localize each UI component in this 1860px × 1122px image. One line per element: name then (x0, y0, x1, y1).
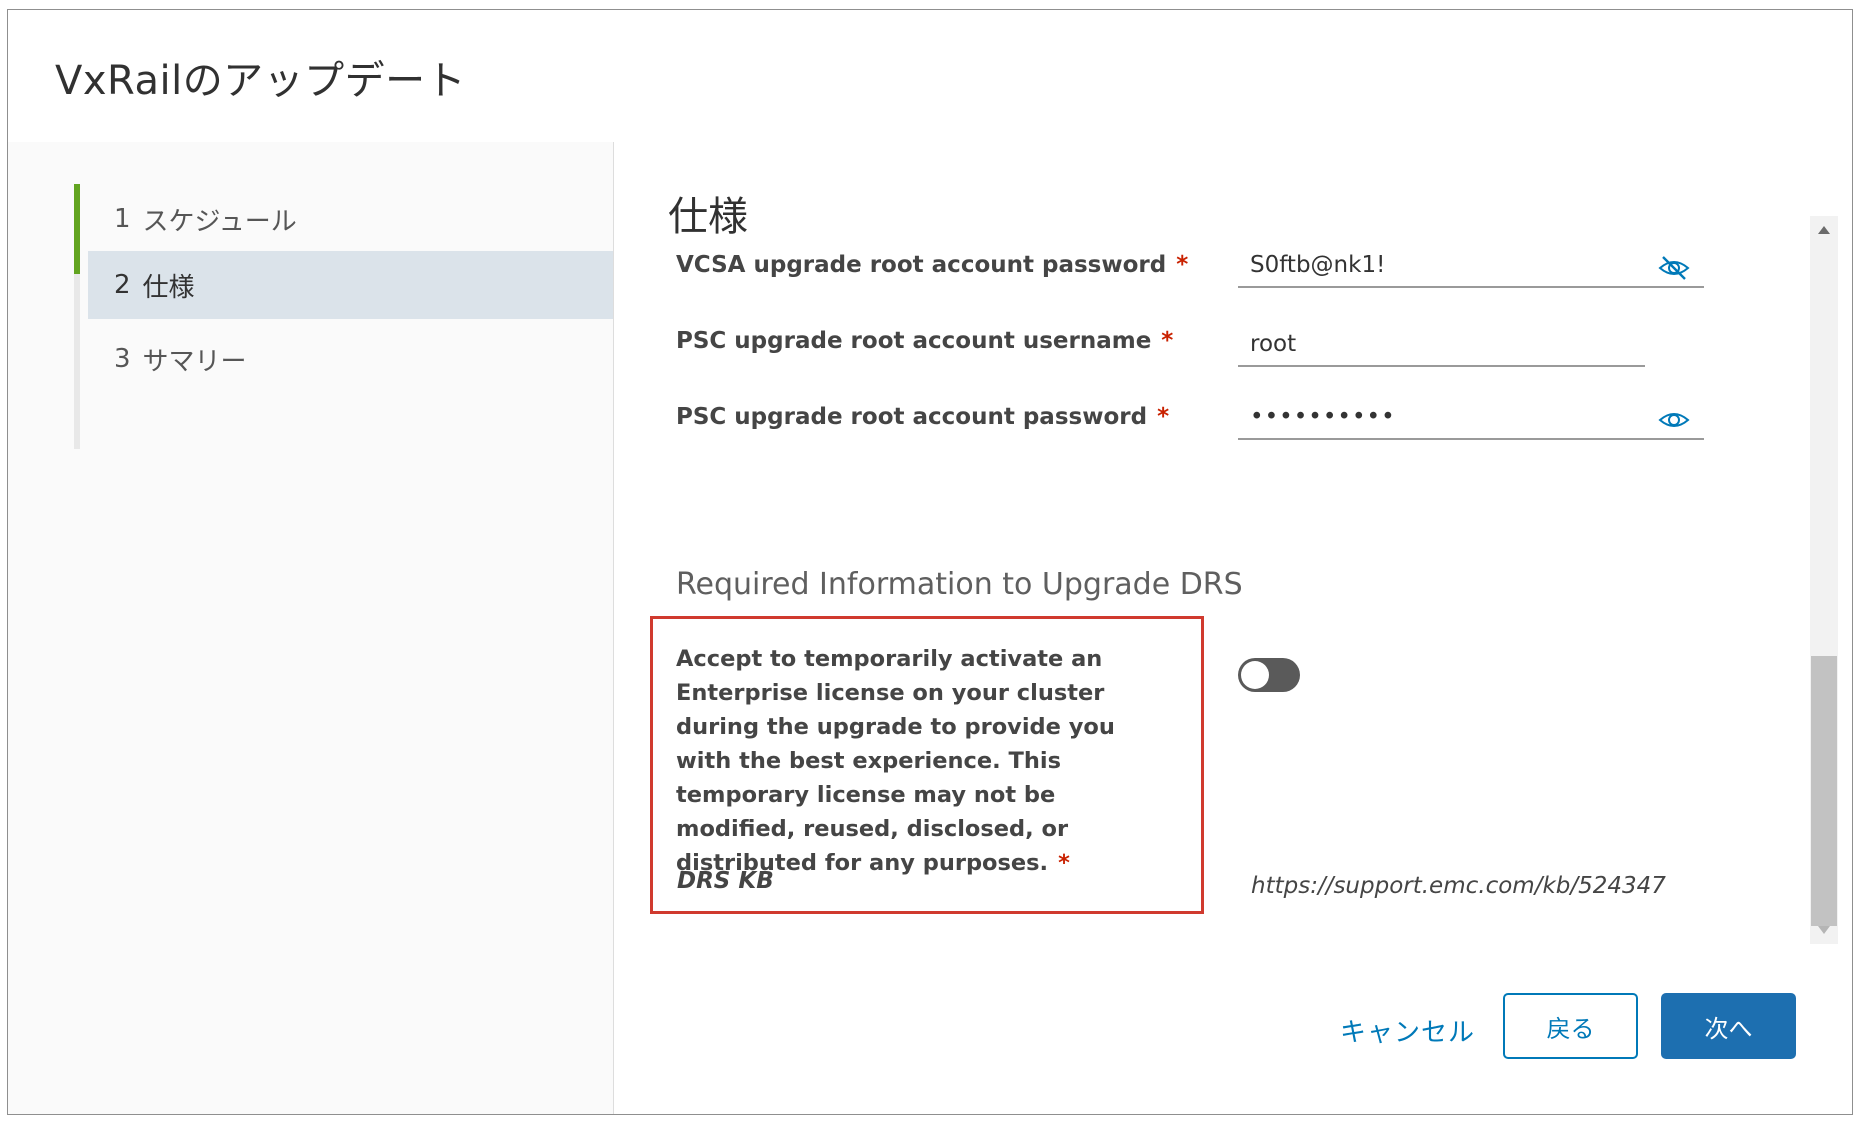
next-button[interactable]: 次へ (1661, 993, 1796, 1059)
wizard-content: 仕様 VCSA upgrade root account password * S… (614, 142, 1852, 1114)
field-value: root (1250, 331, 1297, 357)
step-number: 3 (114, 344, 131, 374)
scrollbar-thumb[interactable] (1811, 656, 1837, 926)
vcsa-password-field[interactable]: S0ftb@nk1! (1238, 244, 1704, 288)
psc-password-label: PSC upgrade root account password * (676, 404, 1169, 430)
step-label: スケジュール (142, 206, 297, 237)
back-button[interactable]: 戻る (1503, 993, 1638, 1059)
update-dialog: VxRailのアップデート 1 スケジュール 2 仕様 3 サマリー 仕様 VC… (7, 9, 1853, 1115)
required-marker: * (1176, 252, 1189, 278)
scroll-down-arrow-icon[interactable] (1818, 926, 1830, 934)
step-number: 1 (114, 204, 131, 234)
drs-kb-url[interactable]: https://support.emc.com/kb/524347 (1251, 873, 1666, 899)
field-label-text: VCSA upgrade root account password (676, 252, 1167, 278)
scrollbar[interactable] (1810, 216, 1838, 944)
field-value: •••••••••• (1250, 404, 1396, 430)
step-schedule[interactable]: 1 スケジュール (88, 185, 613, 253)
dialog-body: 1 スケジュール 2 仕様 3 サマリー 仕様 VCSA upgrade roo… (8, 142, 1852, 1114)
license-toggle[interactable] (1238, 658, 1300, 692)
toggle-knob (1241, 661, 1269, 689)
step-label: 仕様 (142, 272, 195, 303)
psc-username-field[interactable]: root (1238, 323, 1645, 367)
drs-section-title: Required Information to Upgrade DRS (676, 567, 1243, 602)
vcsa-password-label: VCSA upgrade root account password * (676, 252, 1188, 278)
step-label: サマリー (142, 346, 247, 377)
section-title: 仕様 (668, 194, 748, 240)
drs-kb-label: DRS KB (677, 868, 774, 894)
required-marker: * (1157, 404, 1170, 430)
required-marker: * (1161, 328, 1174, 354)
stepper-progress-bar (74, 184, 80, 274)
psc-password-field[interactable]: •••••••••• (1238, 396, 1704, 440)
scroll-up-arrow-icon[interactable] (1818, 226, 1830, 234)
dialog-title: VxRailのアップデート (55, 58, 467, 104)
step-spec[interactable]: 2 仕様 (88, 251, 613, 319)
psc-username-label: PSC upgrade root account username * (676, 328, 1173, 354)
step-summary[interactable]: 3 サマリー (88, 325, 613, 393)
required-marker: * (1058, 850, 1070, 876)
wizard-stepper: 1 スケジュール 2 仕様 3 サマリー (8, 142, 614, 1114)
license-text: Accept to temporarily activate an Enterp… (676, 646, 1115, 876)
step-number: 2 (114, 270, 131, 300)
eye-slash-icon[interactable] (1657, 253, 1691, 283)
license-acceptance-label: Accept to temporarily activate an Enterp… (676, 642, 1176, 880)
cancel-button[interactable]: キャンセル (1340, 1012, 1475, 1049)
field-value: S0ftb@nk1! (1250, 252, 1386, 278)
field-label-text: PSC upgrade root account password (676, 404, 1148, 430)
field-label-text: PSC upgrade root account username (676, 328, 1152, 354)
eye-icon[interactable] (1657, 405, 1691, 435)
